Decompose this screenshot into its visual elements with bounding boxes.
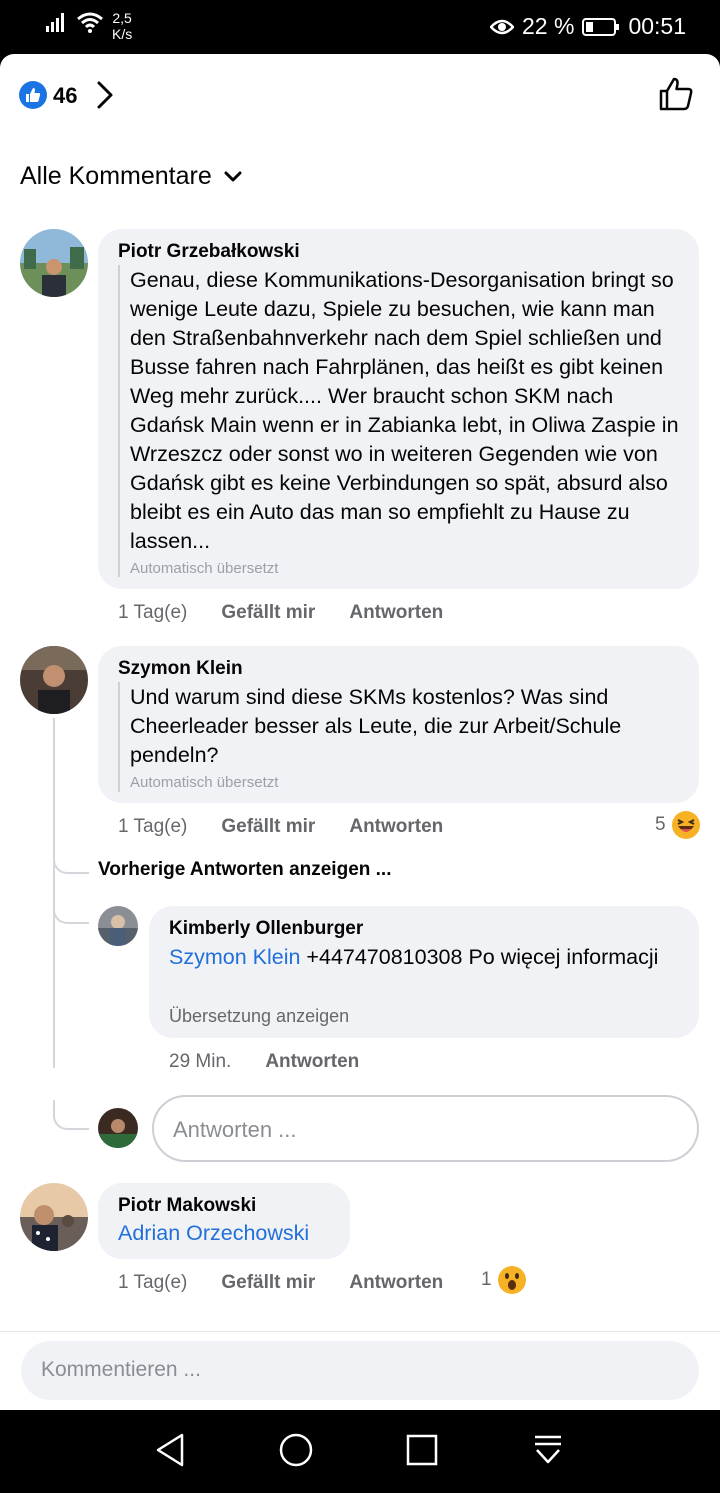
signal-icon xyxy=(46,13,64,32)
comment-actions: 1 Tag(e) Gefällt mir Antworten xyxy=(118,1272,443,1294)
reply-button[interactable]: Antworten xyxy=(349,816,443,838)
reply-author[interactable]: Kimberly Ollenburger xyxy=(169,918,363,940)
comment-author[interactable]: Piotr Grzebałkowski xyxy=(118,241,300,263)
wifi-icon xyxy=(77,12,103,33)
translation-note[interactable]: Automatisch übersetzt xyxy=(130,774,278,791)
translation-quote-line xyxy=(118,265,120,577)
comment-author[interactable]: Piotr Makowski xyxy=(118,1195,256,1217)
reply-time: 29 Min. xyxy=(169,1051,232,1072)
comment-time: 1 Tag(e) xyxy=(118,816,188,837)
previous-replies-link[interactable]: Vorherige Antworten anzeigen ... xyxy=(98,859,391,881)
reply-actions: 29 Min. Antworten xyxy=(169,1051,359,1073)
avatar[interactable] xyxy=(20,229,88,297)
notification-pulldown-icon[interactable] xyxy=(532,1432,564,1468)
speed-value: 2,5 xyxy=(112,10,132,26)
reactions-header: 46 xyxy=(0,54,720,136)
comments-sheet: 46 Alle Kommentare Piotr Grzebałkowski G… xyxy=(0,54,720,1410)
reaction-summary[interactable]: 5 xyxy=(655,811,700,839)
comment-bubble[interactable]: Szymon Klein Und warum sind diese SKMs k… xyxy=(98,646,699,803)
filter-label: Alle Kommentare xyxy=(20,162,212,190)
comment-bubble[interactable]: Piotr Makowski Adrian Orzechowski xyxy=(98,1183,350,1259)
comment-text: Und warum sind diese SKMs kostenlos? Was… xyxy=(130,685,622,767)
reply-button[interactable]: Antworten xyxy=(349,1272,443,1294)
reply-bubble[interactable]: Kimberly Ollenburger Szymon Klein +44747… xyxy=(149,906,699,1038)
status-bar: 2,5 K/s 22 % 00:51 xyxy=(0,0,720,54)
clock: 00:51 xyxy=(628,13,686,39)
reaction-count: 5 xyxy=(655,814,666,835)
divider xyxy=(0,1331,720,1332)
like-button[interactable]: Gefällt mir xyxy=(221,816,315,838)
status-left: 2,5 K/s xyxy=(44,10,132,42)
thumbs-up-outline-icon[interactable] xyxy=(658,76,694,112)
comment-time: 1 Tag(e) xyxy=(118,1272,188,1293)
avatar xyxy=(98,1108,138,1148)
mention-link[interactable]: Adrian Orzechowski xyxy=(118,1219,309,1248)
translation-note[interactable]: Automatisch übersetzt xyxy=(130,560,278,577)
laugh-emoji-icon xyxy=(671,811,700,839)
battery-icon xyxy=(582,17,620,36)
thread-connector xyxy=(53,1100,89,1130)
comment-actions: 1 Tag(e) Gefällt mir Antworten xyxy=(118,602,443,624)
like-button[interactable]: Gefällt mir xyxy=(221,1272,315,1294)
navigation-bar xyxy=(0,1410,720,1493)
see-translation-link[interactable]: Übersetzung anzeigen xyxy=(169,1006,349,1027)
battery-percent: 22 % xyxy=(522,13,575,39)
like-badge-icon xyxy=(19,81,47,109)
thread-connector xyxy=(53,844,89,874)
avatar[interactable] xyxy=(20,646,88,714)
reaction-count: 1 xyxy=(481,1269,492,1290)
back-icon[interactable] xyxy=(154,1432,186,1468)
network-speed: 2,5 K/s xyxy=(112,10,132,42)
wow-emoji-icon xyxy=(497,1266,526,1294)
comment-actions: 1 Tag(e) Gefällt mir Antworten xyxy=(118,816,443,838)
status-right: 22 % 00:51 xyxy=(490,13,686,40)
thread-line xyxy=(53,718,55,1068)
reply-text: Szymon Klein +447470810308 Po więcej inf… xyxy=(169,943,684,972)
chevron-right-icon[interactable] xyxy=(94,80,116,110)
comment-time: 1 Tag(e) xyxy=(118,602,188,623)
speed-unit: K/s xyxy=(112,26,133,42)
reply-button[interactable]: Antworten xyxy=(349,602,443,624)
reply-input[interactable]: Antworten ... xyxy=(152,1095,699,1162)
comment-input[interactable]: Kommentieren ... xyxy=(21,1341,699,1400)
like-count[interactable]: 46 xyxy=(53,83,77,109)
like-button[interactable]: Gefällt mir xyxy=(221,602,315,624)
home-icon[interactable] xyxy=(278,1432,314,1468)
recents-icon[interactable] xyxy=(405,1432,439,1468)
reply-body: +447470810308 Po więcej informacji xyxy=(300,945,659,969)
eye-icon xyxy=(490,19,514,34)
avatar[interactable] xyxy=(20,1183,88,1251)
chevron-down-icon xyxy=(224,171,242,181)
comment-text: Genau, diese Kommunikations-Desorganisat… xyxy=(130,268,679,553)
comment-filter-dropdown[interactable]: Alle Kommentare xyxy=(20,162,242,191)
thread-connector xyxy=(53,894,89,924)
comment-bubble[interactable]: Piotr Grzebałkowski Genau, diese Kommuni… xyxy=(98,229,699,589)
mention-link[interactable]: Szymon Klein xyxy=(169,945,300,969)
reply-button[interactable]: Antworten xyxy=(265,1051,359,1073)
reaction-summary[interactable]: 1 xyxy=(481,1266,526,1294)
translation-quote-line xyxy=(118,682,120,792)
avatar[interactable] xyxy=(98,906,138,946)
comment-author[interactable]: Szymon Klein xyxy=(118,658,243,680)
